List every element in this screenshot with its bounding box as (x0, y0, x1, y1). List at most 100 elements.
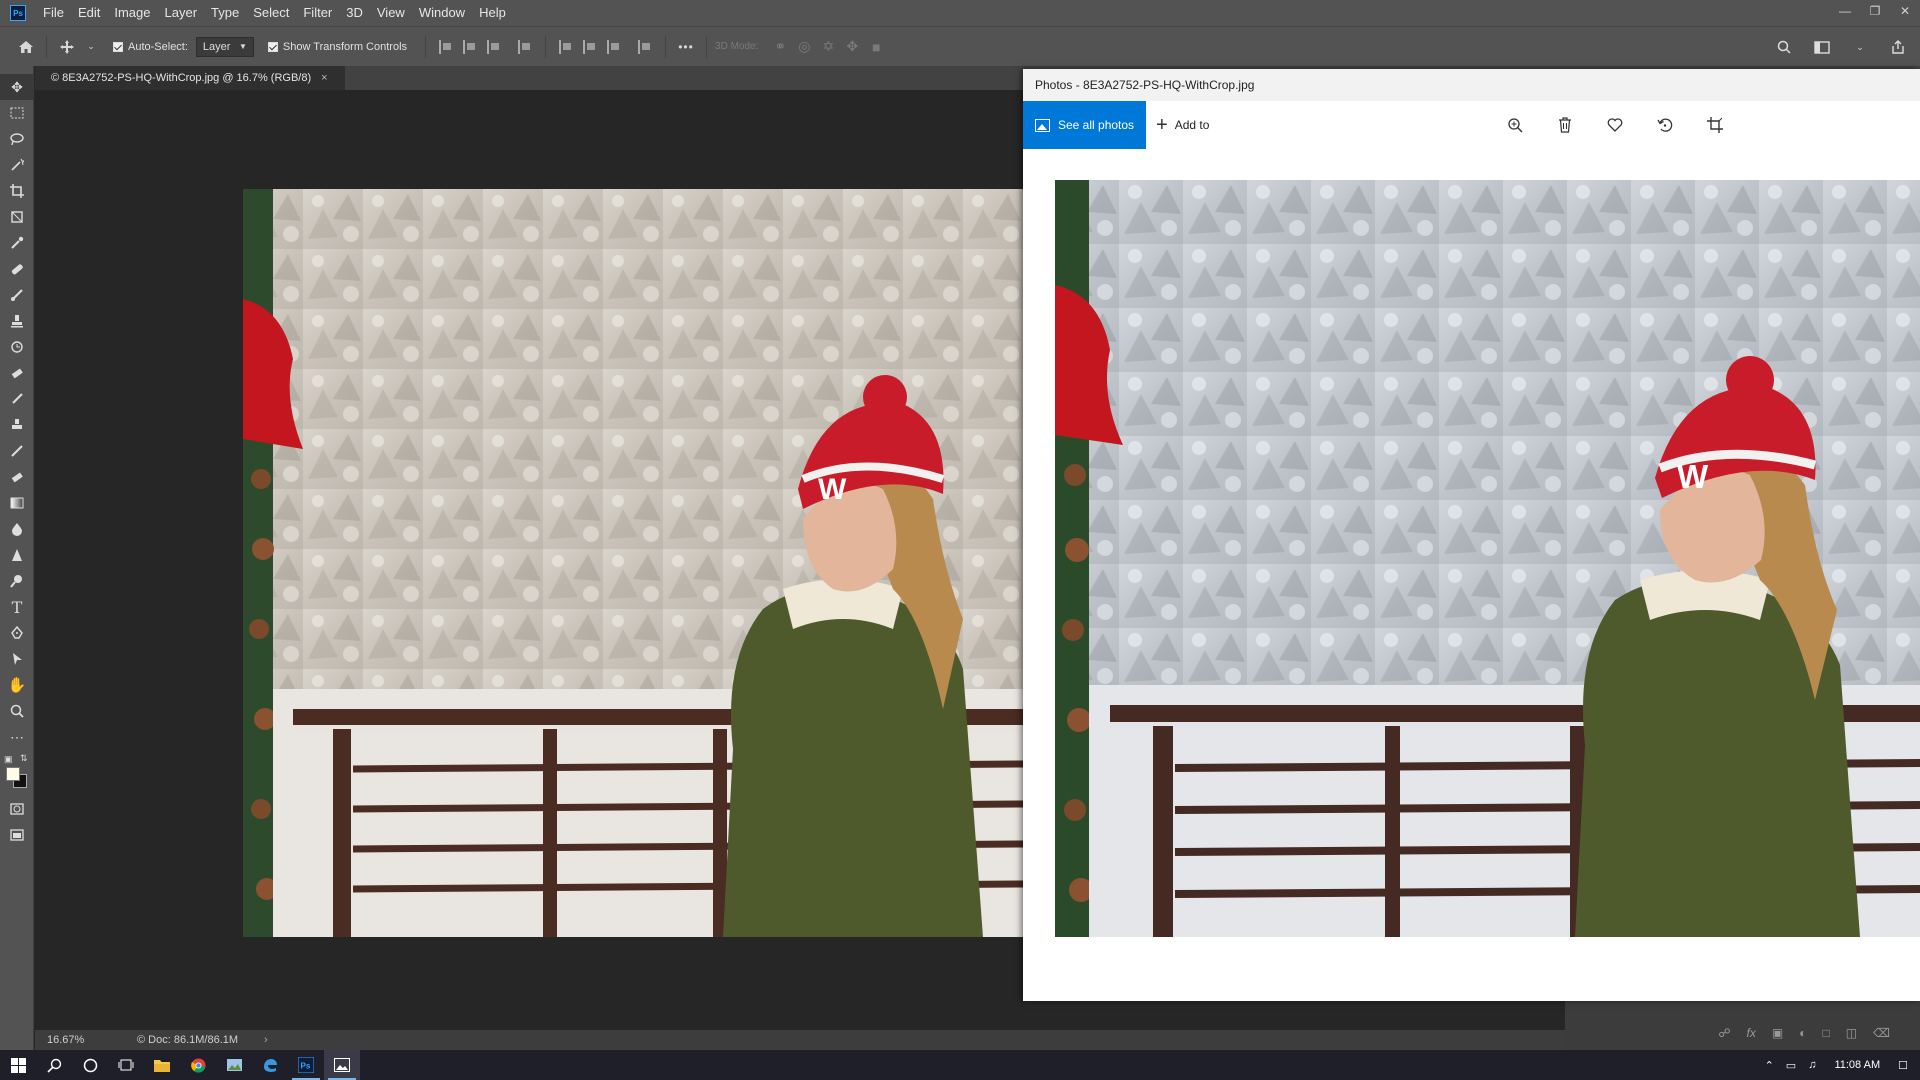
file-explorer-icon[interactable] (144, 1050, 180, 1080)
start-windows-icon[interactable] (0, 1050, 36, 1080)
favorite-heart-icon[interactable] (1601, 111, 1629, 139)
eraser-icon[interactable] (0, 464, 34, 490)
swap-colors-icon[interactable]: ⇅ (20, 753, 28, 764)
photoshop-taskbar-icon[interactable]: Ps (288, 1050, 324, 1080)
eraser-icon[interactable] (0, 360, 34, 386)
zoom-in-icon[interactable] (1501, 111, 1529, 139)
align-right-icon[interactable] (487, 39, 501, 54)
screen-mode-icon[interactable] (0, 822, 34, 848)
brush-tool-icon[interactable] (0, 386, 34, 412)
more-tools-icon[interactable]: ⋯ (0, 724, 34, 750)
edge-icon[interactable] (252, 1050, 288, 1080)
clone-stamp-icon[interactable] (0, 308, 34, 334)
healing-brush-icon[interactable] (0, 256, 34, 282)
chevron-down-icon[interactable]: ⌄ (79, 35, 103, 59)
search-icon[interactable] (36, 1050, 72, 1080)
search-icon[interactable] (1772, 35, 1796, 59)
see-all-photos-button[interactable]: See all photos (1023, 101, 1146, 149)
quick-mask-icon[interactable] (0, 796, 34, 822)
show-transform-checkbox[interactable] (267, 41, 278, 52)
magic-wand-icon[interactable] (0, 152, 34, 178)
distribute-vertical-icon[interactable] (638, 39, 652, 54)
foreground-color-swatch[interactable] (6, 767, 20, 781)
align-top-icon[interactable] (559, 39, 573, 54)
menu-3d[interactable]: 3D (339, 0, 370, 26)
auto-select-checkbox[interactable] (113, 41, 123, 52)
minimize-icon[interactable]: — (1830, 0, 1860, 22)
new-layer-icon[interactable]: ◫ (1846, 1026, 1857, 1040)
history-brush-icon[interactable] (0, 334, 34, 360)
menu-help[interactable]: Help (472, 0, 513, 26)
align-left-icon[interactable] (439, 39, 453, 54)
move-tool-icon[interactable]: ✥ (0, 74, 34, 100)
3d-pan-icon[interactable]: ✡ (816, 35, 840, 59)
menu-edit[interactable]: Edit (71, 0, 107, 26)
chrome-icon[interactable] (180, 1050, 216, 1080)
path-selection-icon[interactable] (0, 646, 34, 672)
zoom-tool-icon[interactable] (0, 698, 34, 724)
close-icon[interactable]: ✕ (1890, 0, 1920, 22)
menu-layer[interactable]: Layer (158, 0, 205, 26)
delete-icon[interactable] (1551, 111, 1579, 139)
marquee-tool-icon[interactable] (0, 100, 34, 126)
smudge-icon[interactable] (0, 438, 34, 464)
network-icon[interactable]: ▭ (1786, 1059, 1796, 1072)
menu-window[interactable]: Window (412, 0, 472, 26)
rotate-icon[interactable] (1651, 111, 1679, 139)
chevron-up-icon[interactable]: ⌃ (1765, 1059, 1774, 1072)
pen-tool-icon[interactable] (0, 620, 34, 646)
menu-file[interactable]: File (36, 0, 71, 26)
menu-type[interactable]: Type (204, 0, 246, 26)
menu-image[interactable]: Image (107, 0, 157, 26)
more-options-button[interactable]: ••• (674, 35, 698, 59)
new-group-icon[interactable]: □ (1822, 1026, 1829, 1040)
stamp-tool-icon[interactable] (0, 412, 34, 438)
layer-style-icon[interactable]: fx (1747, 1026, 1756, 1040)
hand-tool-icon[interactable]: ✋ (0, 672, 34, 698)
brush-tool-icon[interactable] (0, 282, 34, 308)
frame-tool-icon[interactable] (0, 204, 34, 230)
gradient-icon[interactable] (0, 490, 34, 516)
cortana-icon[interactable] (72, 1050, 108, 1080)
document-image[interactable]: W (243, 189, 1023, 937)
restore-icon[interactable]: ❐ (1860, 0, 1890, 22)
close-tab-icon[interactable]: × (321, 72, 327, 84)
adjustment-layer-icon[interactable]: ◐ (1799, 1026, 1806, 1040)
notifications-icon[interactable]: ☐ (1898, 1059, 1908, 1072)
dodge-icon[interactable] (0, 568, 34, 594)
chevron-down-icon[interactable]: ⌄ (1848, 35, 1872, 59)
add-mask-icon[interactable]: ▣ (1772, 1026, 1783, 1040)
sharpen-icon[interactable] (0, 542, 34, 568)
eyedropper-icon[interactable] (0, 230, 34, 256)
3d-orbit-icon[interactable]: ⚭ (768, 35, 792, 59)
photos-viewer-taskbar-icon[interactable] (324, 1050, 360, 1080)
crop-tool-icon[interactable] (0, 178, 34, 204)
add-to-button[interactable]: + Add to (1156, 101, 1209, 149)
align-bottom-icon[interactable] (607, 39, 621, 54)
workspace-icon[interactable] (1810, 35, 1834, 59)
align-middle-icon[interactable] (583, 39, 597, 54)
edit-crop-icon[interactable] (1701, 111, 1729, 139)
photos-app-taskbar-icon[interactable] (216, 1050, 252, 1080)
3d-slide-icon[interactable]: ✥ (840, 35, 864, 59)
document-tab[interactable]: © 8E3A2752-PS-HQ-WithCrop.jpg @ 16.7% (R… (35, 66, 345, 90)
blur-drop-icon[interactable] (0, 516, 34, 542)
move-tool-icon[interactable] (55, 35, 79, 59)
task-view-icon[interactable] (108, 1050, 144, 1080)
clock[interactable]: 11:08 AM (1834, 1059, 1880, 1071)
menu-view[interactable]: View (370, 0, 412, 26)
photo-viewer-image[interactable]: W (1055, 180, 1920, 937)
menu-select[interactable]: Select (246, 0, 296, 26)
type-tool-icon[interactable]: T (0, 594, 34, 620)
3d-camera-icon[interactable]: ■ (864, 35, 888, 59)
link-layers-icon[interactable]: ☍ (1718, 1026, 1730, 1040)
share-icon[interactable] (1886, 35, 1910, 59)
auto-select-target-dropdown[interactable]: Layer ▼ (195, 36, 254, 57)
volume-icon[interactable]: ♫ (1808, 1059, 1816, 1071)
3d-roll-icon[interactable]: ◎ (792, 35, 816, 59)
lasso-tool-icon[interactable] (0, 126, 34, 152)
delete-layer-icon[interactable]: ⌫ (1873, 1026, 1890, 1040)
status-menu-arrow-icon[interactable]: › (264, 1034, 268, 1046)
menu-filter[interactable]: Filter (296, 0, 339, 26)
align-center-icon[interactable] (463, 39, 477, 54)
